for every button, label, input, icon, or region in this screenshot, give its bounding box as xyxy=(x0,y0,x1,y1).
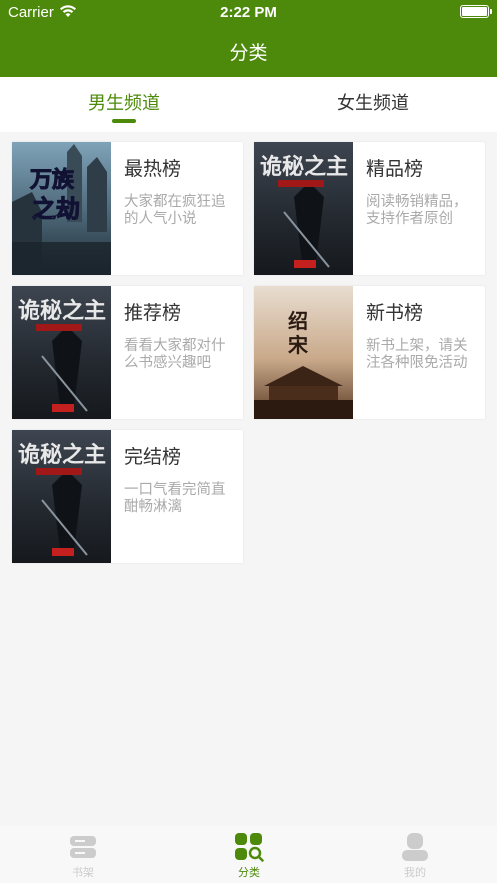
rank-card-hot[interactable]: 万族 之劫 最热榜 大家都在疯狂追的人气小说 xyxy=(12,142,243,275)
book-cover: 诡秘之主 xyxy=(12,430,111,563)
tab-mine[interactable]: 我的 xyxy=(332,826,497,883)
card-title: 最热榜 xyxy=(124,158,182,180)
book-cover: 诡秘之主 xyxy=(254,142,353,275)
page-title: 分类 xyxy=(229,42,268,64)
rank-card-finished[interactable]: 诡秘之主 完结榜 一口气看完简直酣畅淋漓 xyxy=(12,430,243,563)
svg-text:之劫: 之劫 xyxy=(32,195,80,223)
category-icon xyxy=(235,833,264,862)
svg-text:诡秘之主: 诡秘之主 xyxy=(18,442,106,468)
card-title: 新书榜 xyxy=(366,302,424,324)
card-title: 完结榜 xyxy=(124,446,182,468)
card-description: 大家都在疯狂追的人气小说 xyxy=(124,194,226,227)
battery-icon xyxy=(460,5,492,18)
tab-bookshelf[interactable]: 书架 xyxy=(0,826,166,883)
status-bar: Carrier 2:22 PM xyxy=(0,0,497,26)
book-cover: 诡秘之主 xyxy=(12,286,111,419)
rank-card-quality[interactable]: 诡秘之主 精品榜 阅读畅销精品，支持作者原创 xyxy=(254,142,485,275)
tab-bar: 书架 分类 我的 xyxy=(0,826,497,883)
book-cover: 万族 之劫 xyxy=(12,142,111,275)
tab-male-channel[interactable]: 男生频道 xyxy=(0,77,248,132)
card-description: 阅读畅销精品，支持作者原创 xyxy=(366,194,468,227)
rank-card-new[interactable]: 绍 宋 新书榜 新书上架，请关注各种限免活动 xyxy=(254,286,485,419)
svg-text:宋: 宋 xyxy=(288,333,308,357)
user-icon xyxy=(402,833,428,861)
tab-category-label: 分类 xyxy=(238,866,260,879)
status-time: 2:22 PM xyxy=(220,4,277,21)
tab-category[interactable]: 分类 xyxy=(166,826,332,883)
bookshelf-icon xyxy=(70,836,96,858)
channel-tabs: 男生频道 女生频道 xyxy=(0,77,497,132)
rank-card-recommend[interactable]: 诡秘之主 推荐榜 看看大家都对什么书感兴趣吧 xyxy=(12,286,243,419)
card-title: 精品榜 xyxy=(366,158,424,180)
card-description: 看看大家都对什么书感兴趣吧 xyxy=(124,338,226,371)
navigation-bar: Carrier 2:22 PM 分类 xyxy=(0,0,497,77)
svg-text:万族: 万族 xyxy=(29,167,75,193)
book-cover: 绍 宋 xyxy=(254,286,353,419)
tab-bookshelf-label: 书架 xyxy=(72,866,94,879)
card-description: 一口气看完简直酣畅淋漓 xyxy=(124,482,226,515)
tab-indicator xyxy=(112,119,136,123)
card-title: 推荐榜 xyxy=(124,302,182,324)
tab-female-channel[interactable]: 女生频道 xyxy=(249,77,497,132)
tab-mine-label: 我的 xyxy=(404,866,426,879)
card-description: 新书上架，请关注各种限免活动 xyxy=(366,338,468,371)
svg-text:诡秘之主: 诡秘之主 xyxy=(260,154,348,180)
svg-text:诡秘之主: 诡秘之主 xyxy=(18,298,106,324)
svg-text:绍: 绍 xyxy=(288,309,308,333)
